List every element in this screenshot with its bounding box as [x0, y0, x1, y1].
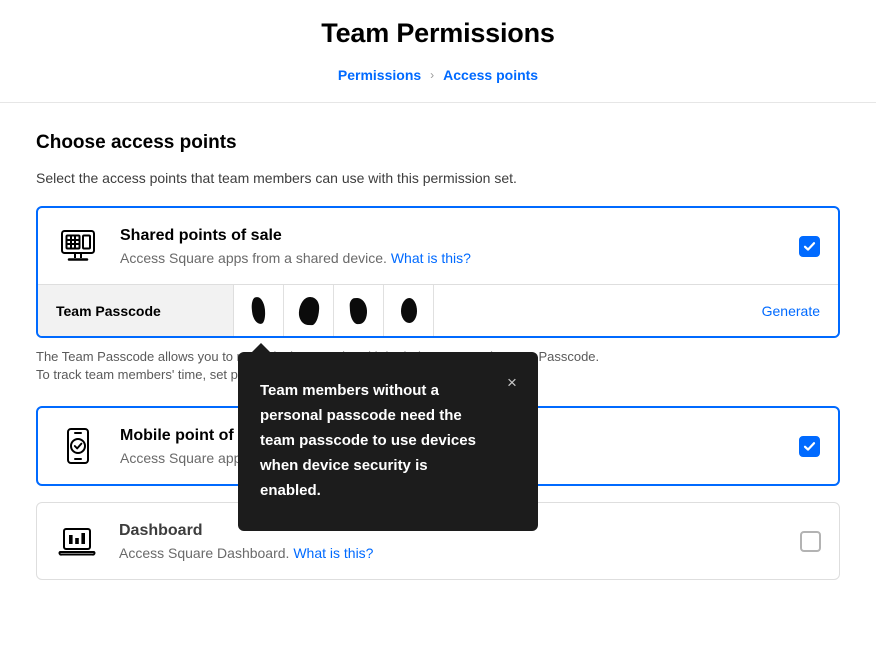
chevron-right-icon: › [430, 68, 435, 82]
card-header-shared-pos[interactable]: Shared points of sale Access Square apps… [38, 208, 838, 284]
check-icon [803, 441, 816, 451]
team-passcode-label: Team Passcode [38, 285, 234, 336]
tooltip-arrow [251, 343, 271, 353]
generate-passcode-button[interactable]: Generate [761, 285, 838, 336]
masked-digit-icon [349, 297, 368, 324]
section-subtitle: Select the access points that team membe… [36, 170, 517, 186]
breadcrumb-link-permissions[interactable]: Permissions [338, 66, 421, 84]
card-text-shared-pos: Shared points of sale Access Square apps… [120, 225, 783, 268]
card-desc-shared-pos: Access Square apps from a shared device.… [120, 249, 783, 268]
checkbox-dashboard[interactable] [800, 530, 821, 552]
team-passcode-row: Team Passcode Generate [38, 284, 838, 336]
dashboard-laptop-icon [55, 519, 99, 563]
masked-digit-icon [297, 295, 320, 326]
section-title: Choose access points [36, 132, 237, 153]
team-passcode-digits[interactable] [234, 285, 434, 336]
card-desc-text-dashboard: Access Square Dashboard. [119, 544, 290, 561]
card-desc-dashboard: Access Square Dashboard. What is this? [119, 544, 784, 563]
check-icon [803, 241, 816, 251]
passcode-digit-1[interactable] [234, 285, 284, 336]
breadcrumb-link-access-points[interactable]: Access points [443, 66, 538, 84]
passcode-tooltip: Team members without a personal passcode… [238, 343, 538, 531]
access-point-card-shared-pos[interactable]: Shared points of sale Access Square apps… [36, 206, 840, 338]
close-icon[interactable]: × [502, 372, 522, 392]
tooltip-text: Team members without a personal passcode… [260, 382, 476, 499]
what-is-this-link-dashboard[interactable]: What is this? [293, 545, 373, 561]
passcode-digit-3[interactable] [334, 285, 384, 336]
card-title-shared-pos: Shared points of sale [120, 226, 282, 244]
passcode-spacer [434, 285, 762, 336]
breadcrumb: Permissions › Access points [0, 66, 876, 84]
masked-digit-icon [400, 298, 417, 323]
checkbox-mobile-pos[interactable] [799, 435, 820, 457]
page-header: Team Permissions Permissions › Access po… [0, 0, 876, 103]
checkbox-shared-pos[interactable] [799, 235, 820, 257]
passcode-digit-4[interactable] [384, 285, 434, 336]
page-title: Team Permissions [321, 18, 555, 48]
shared-terminal-icon [56, 224, 100, 268]
what-is-this-link-shared-pos[interactable]: What is this? [391, 250, 471, 266]
card-desc-text-shared-pos: Access Square apps from a shared device. [120, 249, 387, 266]
passcode-digit-2[interactable] [284, 285, 334, 336]
mobile-phone-check-icon [56, 424, 100, 468]
masked-digit-icon [250, 296, 267, 325]
